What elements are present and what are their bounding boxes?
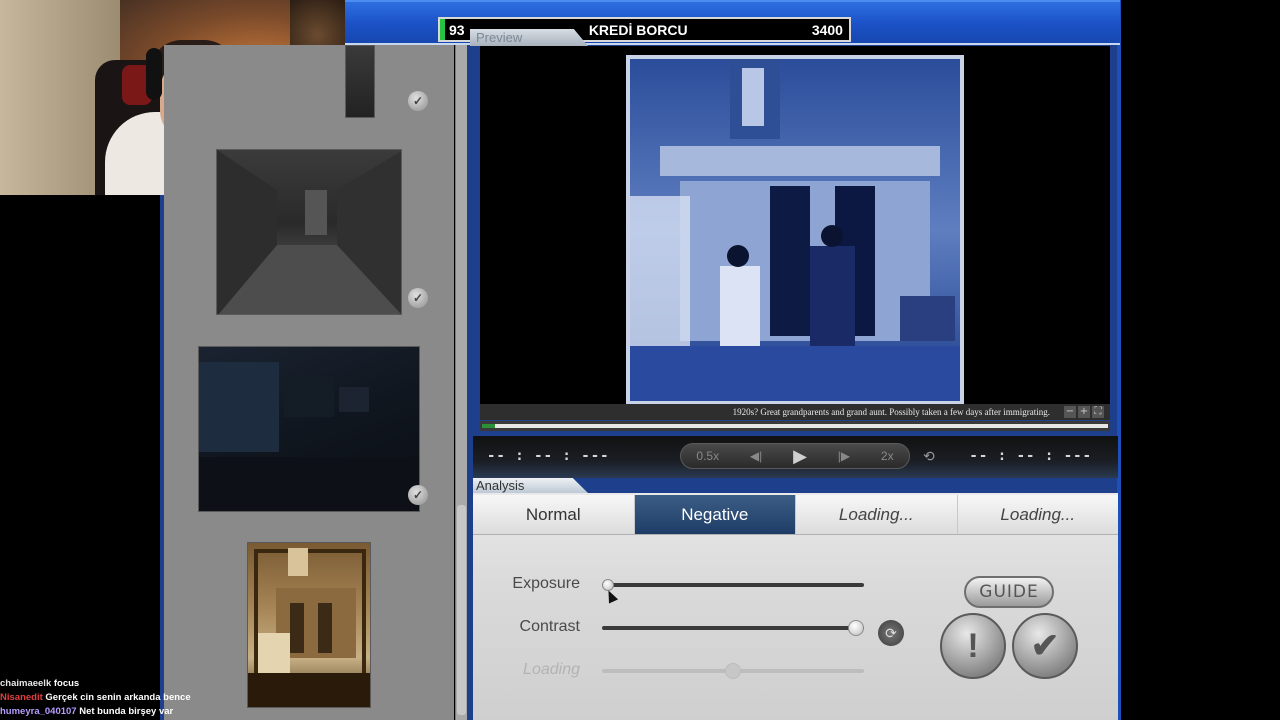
fullscreen-icon[interactable]: ⛶	[1092, 406, 1104, 418]
speed-slow-button[interactable]: 0.5x	[696, 449, 719, 463]
chat-message: Nisanedit Gerçek cin senin arkanda bence	[0, 692, 300, 706]
speed-fast-button[interactable]: 2x	[881, 449, 894, 463]
check-icon: ✓	[408, 288, 428, 308]
contrast-slider[interactable]	[602, 620, 864, 636]
check-icon: ✓	[408, 485, 428, 505]
dark-room-image	[199, 362, 419, 511]
chat-text: focus	[53, 678, 80, 689]
photo-thumbnail[interactable]	[216, 149, 402, 315]
playback-pill: 0.5x ◀| ▶ |▶ 2x	[680, 443, 910, 469]
chat-message: chaimaeelk focus	[0, 678, 300, 692]
reset-icon[interactable]: ⟳	[878, 620, 904, 646]
photo-thumbnail[interactable]	[198, 346, 420, 512]
mode-tab-loading[interactable]: Loading...	[958, 495, 1119, 534]
credit-left-value: 93	[449, 21, 465, 38]
headset-icon	[146, 48, 162, 100]
contrast-slider-knob[interactable]	[848, 620, 864, 636]
contrast-slider-row: Contrast	[473, 614, 913, 644]
loop-icon[interactable]: ⟲	[923, 448, 935, 465]
tab-preview[interactable]: Preview	[470, 29, 588, 46]
stream-chat: chaimaeelk focus Nisanedit Gerçek cin se…	[0, 678, 300, 720]
screen: ⚡⚡ ✓ ✓ ✓	[0, 0, 1280, 720]
zoom-controls: − + ⛶	[1064, 406, 1104, 418]
chat-text: Net bunda birşey var	[79, 706, 174, 717]
credit-label: KREDİ BORCU	[588, 21, 688, 38]
exposure-slider-row: Exposure	[473, 571, 913, 601]
chat-message: humeyra_040107 Net bunda birşey var	[0, 706, 300, 720]
titlebar-divider	[345, 43, 1120, 45]
chat-username: humeyra_040107	[0, 706, 77, 717]
step-back-icon[interactable]: ◀|	[750, 449, 762, 463]
play-icon[interactable]: ▶	[793, 446, 807, 467]
credit-progress-indicator	[440, 19, 445, 40]
mode-tab-loading[interactable]: Loading...	[796, 495, 958, 534]
corridor-image	[217, 150, 401, 314]
zoom-in-icon[interactable]: +	[1078, 406, 1090, 418]
photo-strip: ✓ ✓ ✓	[164, 45, 454, 720]
loading-slider	[602, 663, 864, 679]
check-icon: ✓	[408, 91, 428, 111]
caption-text: 1920s? Great grandparents and grand aunt…	[732, 407, 1050, 417]
loading-slider-knob	[725, 663, 741, 679]
mode-tabs: Normal Negative Loading... Loading...	[473, 495, 1118, 535]
analysis-panel: Normal Negative Loading... Loading... Ex…	[473, 493, 1118, 720]
exposure-slider[interactable]	[602, 579, 864, 591]
time-current: -- : -- : ---	[487, 448, 610, 464]
contrast-label: Contrast	[519, 618, 580, 635]
scrollbar-thumb[interactable]	[457, 505, 466, 715]
step-forward-icon[interactable]: |▶	[838, 449, 850, 463]
transport-controls: -- : -- : --- 0.5x ◀| ▶ |▶ 2x ⟲ -- : -- …	[473, 436, 1118, 478]
progress-fill	[482, 424, 495, 428]
mode-tab-normal[interactable]: Normal	[473, 495, 635, 534]
confirm-button[interactable]: ✔	[1012, 613, 1078, 679]
photo-caption: 1920s? Great grandparents and grand aunt…	[480, 404, 1110, 420]
report-button[interactable]: !	[940, 613, 1006, 679]
photo-viewer	[480, 46, 1110, 406]
photo-strip-scrollbar[interactable]	[455, 45, 467, 720]
zoom-out-icon[interactable]: −	[1064, 406, 1076, 418]
guide-button[interactable]: GUIDE	[964, 576, 1054, 608]
credit-right-value: 3400	[811, 21, 843, 38]
tab-analysis[interactable]: Analysis	[473, 478, 589, 494]
time-total: -- : -- : ---	[969, 448, 1092, 464]
chat-username: chaimaeelk	[0, 678, 52, 689]
chat-text: Gerçek cin senin arkanda bence	[45, 692, 191, 703]
playback-progress[interactable]	[480, 421, 1110, 431]
loading-slider-row: Loading	[473, 657, 913, 687]
chat-username: Nisanedit	[0, 692, 43, 703]
progress-track-inner	[482, 424, 1108, 428]
exposure-label: Exposure	[512, 575, 580, 592]
loading-label: Loading	[523, 661, 580, 678]
negative-photo	[626, 55, 964, 405]
mode-tab-negative[interactable]: Negative	[634, 495, 796, 534]
photo-thumbnail[interactable]	[345, 45, 375, 118]
